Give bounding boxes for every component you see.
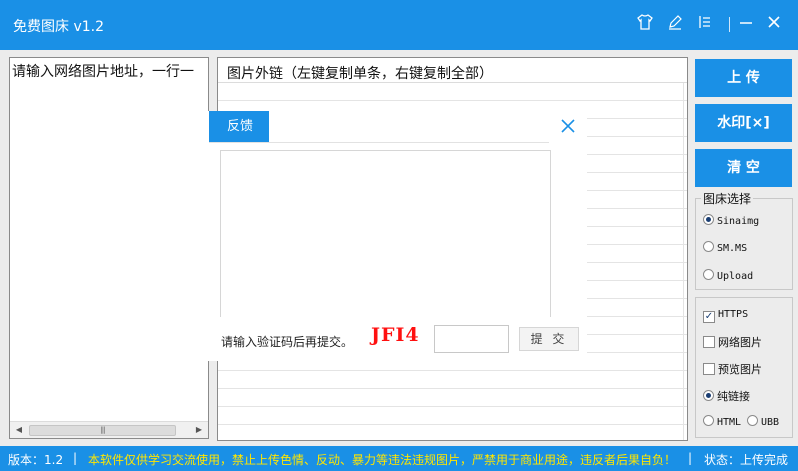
- status-separator-2: |: [688, 451, 693, 465]
- checkbox-net-image-label: 网络图片: [718, 336, 762, 349]
- shirt-icon[interactable]: [635, 13, 655, 35]
- captcha-hint: 请输入验证码后再提交。: [221, 335, 354, 349]
- version-label: 版本：1.2: [8, 453, 64, 467]
- submit-button[interactable]: 提 交: [519, 327, 579, 351]
- checkbox-preview-icon[interactable]: [703, 363, 715, 375]
- checkbox-preview[interactable]: 预览图片: [703, 361, 762, 377]
- url-input-placeholder: 请输入网络图片地址，一行一: [12, 64, 194, 80]
- radio-ubb-icon[interactable]: [747, 415, 758, 426]
- radio-smms-label: SM.MS: [717, 243, 748, 254]
- scroll-right-icon[interactable]: ▶: [192, 422, 206, 438]
- checkbox-https[interactable]: ✓ HTTPS: [703, 307, 748, 323]
- radio-upload-icon[interactable]: [703, 269, 714, 280]
- checkbox-net-image[interactable]: 网络图片: [703, 334, 762, 350]
- host-select-group: 图床选择 Sinaimg SM.MS Upload: [695, 190, 793, 290]
- radio-sinaimg-icon[interactable]: [703, 214, 714, 225]
- titlebar-divider: [729, 17, 730, 32]
- radio-pure-link[interactable]: 纯链接: [703, 388, 750, 404]
- radio-html-label: HTML: [717, 417, 742, 428]
- feedback-textarea[interactable]: [220, 150, 551, 317]
- radio-sinaimg-label: Sinaimg: [717, 216, 760, 227]
- radio-smms[interactable]: SM.MS: [703, 241, 747, 257]
- clear-button[interactable]: 清 空: [695, 149, 792, 187]
- checkbox-https-icon[interactable]: ✓: [703, 311, 715, 323]
- watermark-button[interactable]: 水印[×]: [695, 104, 792, 142]
- tab-underline: [209, 142, 549, 143]
- host-select-title: 图床选择: [701, 190, 754, 207]
- usage-notice: 本软件仅供学习交流使用，禁止上传色情、反动、暴力等违法违规图片，严禁用于商业用途…: [88, 453, 677, 467]
- title-bar: 免费图床 v1.2: [0, 0, 798, 50]
- scrollbar-thumb[interactable]: |||: [29, 425, 176, 436]
- list-column-divider: [683, 83, 684, 440]
- radio-upload[interactable]: Upload: [703, 269, 753, 285]
- captcha-input[interactable]: [434, 325, 509, 353]
- radio-pure-link-label: 纯链接: [717, 390, 750, 403]
- close-icon[interactable]: [764, 13, 784, 35]
- checkbox-https-label: HTTPS: [718, 309, 749, 320]
- horizontal-scrollbar[interactable]: ◀ ||| ▶: [10, 421, 208, 438]
- url-input-area[interactable]: 请输入网络图片地址，一行一 ◀ ||| ▶: [9, 57, 209, 439]
- minimize-icon[interactable]: [736, 13, 756, 35]
- upload-button[interactable]: 上 传: [695, 59, 792, 97]
- window-title: 免费图床 v1.2: [13, 19, 104, 35]
- radio-html-icon[interactable]: [703, 415, 714, 426]
- link-list-header: 图片外链（左键复制单条，右键复制全部）: [218, 58, 687, 83]
- menu-icon[interactable]: [695, 13, 715, 35]
- edit-icon[interactable]: [665, 13, 685, 35]
- radio-pure-link-icon[interactable]: [703, 390, 714, 401]
- scroll-left-icon[interactable]: ◀: [12, 422, 26, 438]
- upload-status: 状态：上传完成: [704, 453, 789, 467]
- checkbox-preview-label: 预览图片: [718, 363, 762, 376]
- radio-smms-icon[interactable]: [703, 241, 714, 252]
- checkbox-net-image-icon[interactable]: [703, 336, 715, 348]
- tab-feedback[interactable]: 反馈: [209, 111, 269, 143]
- link-list-header-label: 图片外链（左键复制单条，右键复制全部）: [227, 66, 493, 82]
- radio-upload-label: Upload: [717, 271, 754, 282]
- radio-html[interactable]: HTML: [703, 415, 741, 431]
- radio-sinaimg[interactable]: Sinaimg: [703, 214, 759, 230]
- radio-ubb-label: UBB: [761, 417, 780, 428]
- status-separator: |: [73, 451, 78, 465]
- captcha-code[interactable]: JFI4: [371, 324, 420, 346]
- options-group: ✓ HTTPS 网络图片 预览图片 纯链接 HTML UBB: [695, 297, 793, 438]
- dialog-close-icon[interactable]: [558, 117, 578, 137]
- status-bar: 版本：1.2 | 本软件仅供学习交流使用，禁止上传色情、反动、暴力等违法违规图片…: [0, 446, 798, 471]
- feedback-dialog: 反馈 请输入验证码后再提交。 JFI4 提 交: [208, 111, 587, 361]
- radio-ubb[interactable]: UBB: [747, 415, 779, 431]
